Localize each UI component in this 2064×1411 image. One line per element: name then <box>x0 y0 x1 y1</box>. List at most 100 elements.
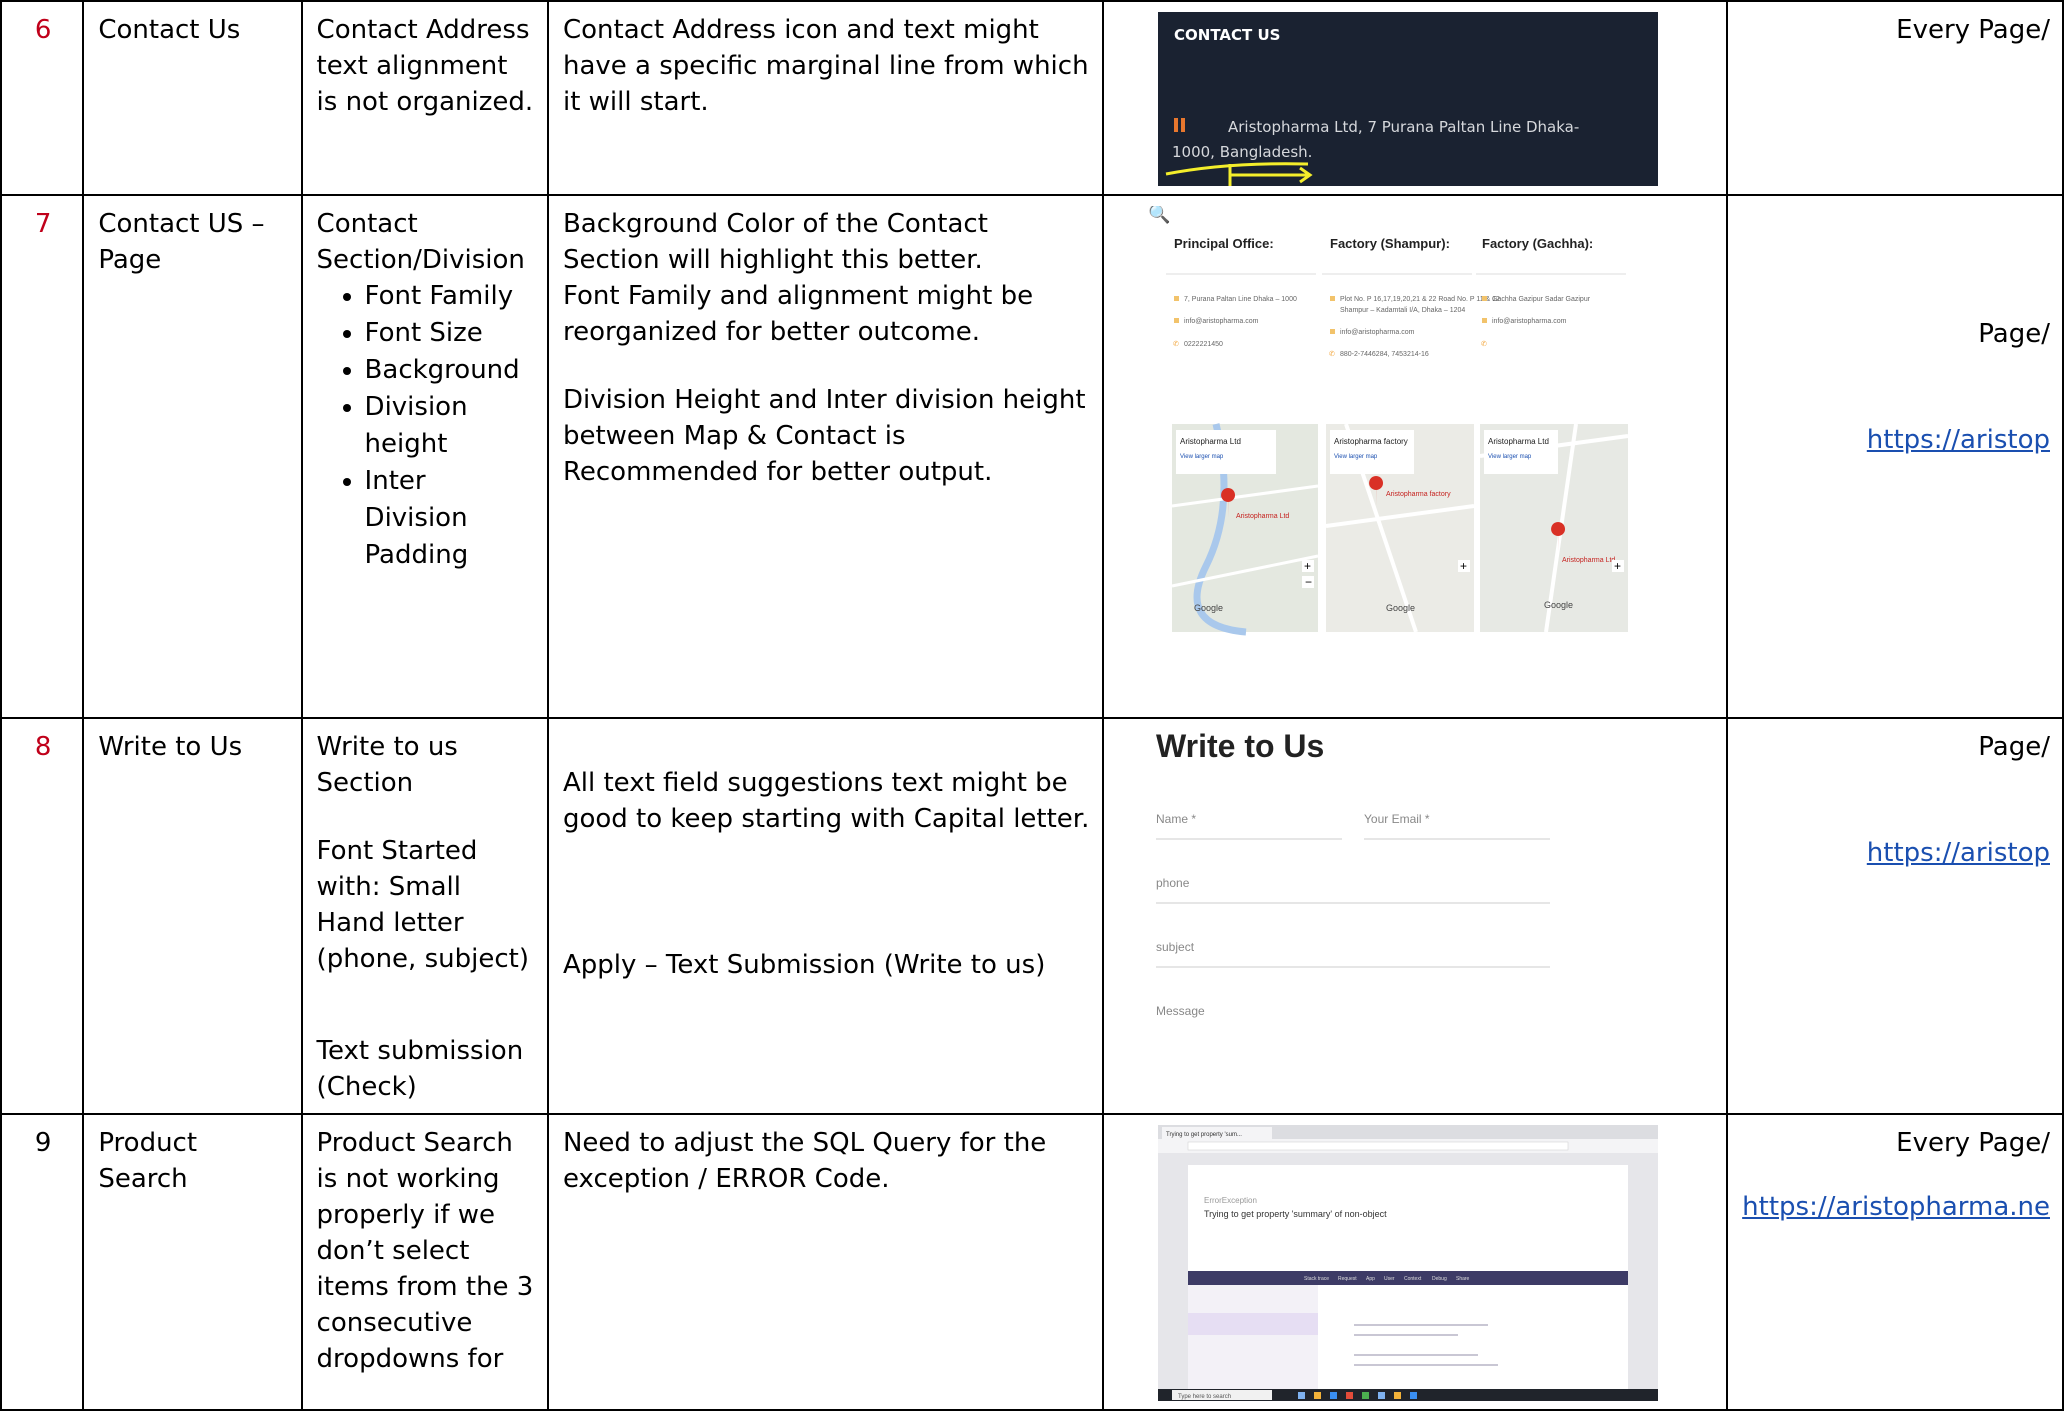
svg-text:View larger map: View larger map <box>1180 454 1224 460</box>
svg-text:Stack trace: Stack trace <box>1304 1276 1329 1282</box>
table-row: 6 Contact Us Contact Address text alignm… <box>0 0 2064 196</box>
location-cell: Page/ https://aristop <box>1726 717 2064 1115</box>
page-cell: Contact Us <box>82 0 303 196</box>
map-embed[interactable]: Aristopharma factory View larger map Ari… <box>1325 423 1475 633</box>
column-title: Factory (Gachha): <box>1482 236 1593 251</box>
location-text: Page/ <box>1978 319 2050 349</box>
phone-icon: ✆ <box>1481 340 1487 348</box>
page-cell: Write to Us <box>82 717 303 1115</box>
table-row: 9 Product Search Product Search is not w… <box>0 1113 2064 1411</box>
location-link[interactable]: https://aristop <box>1742 835 2050 871</box>
element-part: Font Started with: Small Hand letter (ph… <box>316 836 529 974</box>
element-title: Contact Section/Division <box>316 209 525 275</box>
remark-line: Font Family and alignment might be reorg… <box>562 281 1034 347</box>
location-cell: Every Page/ <box>1726 0 2064 196</box>
location-text: Page/ <box>1978 732 2050 762</box>
subject-field: subject <box>1156 940 1195 954</box>
svg-text:Gachha Gazipur Sadar Gazipur: Gachha Gazipur Sadar Gazipur <box>1492 296 1591 303</box>
list-item: Division height <box>365 389 535 463</box>
svg-text:Plot No. P 16,17,19,20,21 & 22: Plot No. P 16,17,19,20,21 & 22 Road No. … <box>1340 296 1500 303</box>
remark-line: Apply – Text Submission (Write to us) <box>562 950 1046 980</box>
contact-page-screenshot: 🔍 Principal Office: Factory (Shampur): F… <box>1146 206 1707 646</box>
svg-text:Aristopharma factory: Aristopharma factory <box>1386 491 1451 498</box>
svg-text:Google: Google <box>1386 603 1415 613</box>
list-item: Inter Division Padding <box>365 463 535 574</box>
message-field: Message <box>1156 1004 1205 1018</box>
svg-text:880-2-7446284, 7453214-16: 880-2-7446284, 7453214-16 <box>1340 351 1429 358</box>
list-item: Background <box>365 352 535 389</box>
screenshot-cell: 🔍 Principal Office: Factory (Shampur): F… <box>1102 194 1729 719</box>
column-title: Factory (Shampur): <box>1330 236 1450 251</box>
element-cell: Write to us Section Font Started with: S… <box>300 717 549 1115</box>
svg-text:Google: Google <box>1544 600 1573 610</box>
page-cell: Product Search <box>82 1113 303 1411</box>
svg-text:info@aristopharma.com: info@aristopharma.com <box>1184 318 1259 325</box>
remark-cell: Contact Address icon and text might have… <box>546 0 1105 196</box>
remark-cell: Need to adjust the SQL Query for the exc… <box>546 1113 1105 1411</box>
svg-text:Aristopharma Ltd: Aristopharma Ltd <box>1562 557 1615 564</box>
svg-text:Aristopharma factory: Aristopharma factory <box>1334 437 1408 446</box>
email-field: Your Email * <box>1364 812 1430 826</box>
svg-text:User: User <box>1384 1276 1395 1282</box>
svg-text:+: + <box>1304 559 1311 573</box>
phone-icon: ✆ <box>1173 340 1179 348</box>
write-to-us-screenshot: Write to Us Name * Your Email * phone su… <box>1154 729 1715 1069</box>
table-row: 7 Contact US – Page Contact Section/Divi… <box>0 194 2064 719</box>
remark-cell: Background Color of the Contact Section … <box>546 194 1105 719</box>
element-part: Write to us Section <box>316 732 458 798</box>
element-cell: Product Search is not working properly i… <box>300 1113 549 1411</box>
page-cell: Contact US – Page <box>82 194 303 719</box>
contact-address-line1: Aristopharma Ltd, 7 Purana Paltan Line D… <box>1228 118 1579 136</box>
remark-line: Division Height and Inter division heigh… <box>562 385 1086 487</box>
table-row: 8 Write to Us Write to us Section Font S… <box>0 717 2064 1115</box>
screenshot-cell: Trying to get property 'sum... ErrorExce… <box>1102 1113 1729 1411</box>
svg-text:Aristopharma Ltd: Aristopharma Ltd <box>1236 513 1289 520</box>
svg-text:Context: Context <box>1404 1276 1422 1282</box>
row-number: 9 <box>0 1113 85 1411</box>
svg-text:Shampur – Kadamtali I/A, Dhaka: Shampur – Kadamtali I/A, Dhaka – 1204 <box>1340 307 1465 314</box>
screenshot-cell: CONTACT US Aristopharma Ltd, 7 Purana Pa… <box>1102 0 1729 196</box>
exception-class: ErrorException <box>1204 1196 1257 1205</box>
map-embed[interactable]: Aristopharma Ltd View larger map Aristop… <box>1479 423 1629 633</box>
svg-text:info@aristopharma.com: info@aristopharma.com <box>1340 329 1415 336</box>
contact-address-line2: 1000, Bangladesh. <box>1172 143 1312 161</box>
svg-text:Request: Request <box>1338 1276 1357 1282</box>
location-link[interactable]: https://aristopharma.ne <box>1742 1189 2050 1225</box>
remark-line: Background Color of the Contact Section … <box>562 209 988 275</box>
svg-text:Debug: Debug <box>1432 1276 1447 1282</box>
remark-line: All text field suggestions text might be… <box>562 768 1090 834</box>
location-text: Every Page/ <box>1896 15 2050 45</box>
element-bullets: Font Family Font Size Background Divisio… <box>317 278 535 574</box>
element-cell: Contact Section/Division Font Family Fon… <box>300 194 549 719</box>
browser-tab: Trying to get property 'sum... <box>1166 1132 1242 1138</box>
contact-heading: CONTACT US <box>1174 26 1280 44</box>
phone-icon: ✆ <box>1329 350 1335 358</box>
exception-message: Trying to get property 'summary' of non-… <box>1204 1209 1387 1219</box>
audit-table: 6 Contact Us Contact Address text alignm… <box>0 0 2064 1411</box>
form-title: Write to Us <box>1156 729 1324 764</box>
svg-text:0222221450: 0222221450 <box>1184 341 1223 348</box>
list-item: Font Family <box>365 278 535 315</box>
svg-text:−: − <box>1305 575 1312 589</box>
svg-text:+: + <box>1460 559 1467 573</box>
phone-field: phone <box>1156 876 1190 890</box>
location-link[interactable]: https://aristop <box>1742 422 2050 458</box>
list-item: Font Size <box>365 315 535 352</box>
map-embed[interactable]: Aristopharma Ltd View larger map Aristop… <box>1171 423 1319 636</box>
remark-cell: All text field suggestions text might be… <box>546 717 1105 1115</box>
row-number: 6 <box>0 0 85 196</box>
svg-text:Aristopharma Ltd: Aristopharma Ltd <box>1180 437 1241 446</box>
svg-text:+: + <box>1614 559 1621 573</box>
svg-text:Aristopharma Ltd: Aristopharma Ltd <box>1488 437 1549 446</box>
element-part: Text submission (Check) <box>316 1036 524 1102</box>
search-icon: 🔍 <box>1148 206 1170 224</box>
location-cell: Every Page/ https://aristopharma.ne <box>1726 1113 2064 1411</box>
svg-text:Google: Google <box>1194 603 1223 613</box>
taskbar-search: Type here to search <box>1178 1394 1231 1400</box>
location-text: Every Page/ <box>1896 1128 2050 1158</box>
error-page-screenshot: Trying to get property 'sum... ErrorExce… <box>1158 1125 1659 1401</box>
element-cell: Contact Address text alignment is not or… <box>300 0 549 196</box>
contact-us-screenshot: CONTACT US Aristopharma Ltd, 7 Purana Pa… <box>1158 12 1659 186</box>
row-number: 8 <box>0 717 85 1115</box>
svg-text:7, Purana Paltan Line Dhaka –: 7, Purana Paltan Line Dhaka – 1000 <box>1184 296 1297 303</box>
